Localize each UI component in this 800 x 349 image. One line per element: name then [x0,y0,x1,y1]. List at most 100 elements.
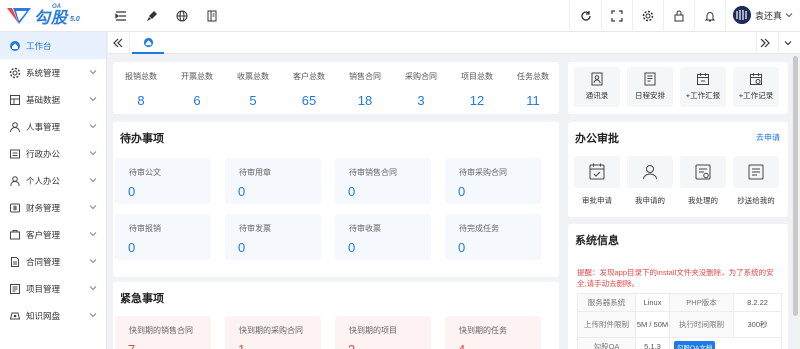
my-processed-button[interactable]: 我处理的 [680,156,726,210]
urgent-title: 紧急事项 [120,293,164,305]
tile-value: 4 [458,342,465,349]
stat-item[interactable]: 采购合同 3 [393,62,449,108]
fullscreen-icon[interactable] [609,8,625,24]
sidebar: 工作台 系统管理基础数据人事管理 行政办公个人办公财务管理客户管理 合同管理项目管理知… [0,32,107,349]
cc-me-button[interactable]: 抄送给我的 [733,156,779,210]
todo-tile[interactable]: 待完成任务 0 [445,214,541,260]
urgent-tile[interactable]: 快到期的销售合同 7 [115,316,211,349]
chevron-down-icon [89,176,97,184]
app-logo[interactable]: OA 勾股 5.0 [6,4,102,28]
todo-tile[interactable]: 待审发票 0 [225,214,321,260]
logo-superscript: OA [52,4,61,10]
tab-home[interactable] [132,32,164,54]
sidebar-item-label: 基础数据 [26,94,61,105]
lock-icon[interactable] [671,8,687,24]
urgent-tile[interactable]: 快到期的采购合同 1 [225,316,321,349]
bell-icon[interactable] [702,8,718,24]
todo-tile[interactable]: 待审公文 0 [115,158,211,204]
table-cell: 执行时间限制 [669,311,734,338]
tile-label: 快到期的项目 [349,326,397,335]
stat-label: 采购合同 [405,72,437,81]
todo-tile[interactable]: 待审采购合同 0 [445,158,541,204]
stat-item[interactable]: 销售合同 18 [337,62,393,108]
stat-label: 销售合同 [349,72,381,81]
sidebar-item[interactable]: 合同管理 [0,248,106,275]
finance-icon [9,202,21,214]
add-record-shortcut[interactable]: +工作记录 [733,67,779,107]
gear-icon[interactable] [640,8,656,24]
table-row: 服务器系统 Linux PHP版本 8.2.22 [577,293,782,312]
approve-apply-button[interactable]: 审批申请 [574,156,620,210]
sidebar-item[interactable]: 个人办公 [0,167,106,194]
stat-value: 6 [193,93,201,108]
dashboard-icon [9,40,21,52]
data-icon [9,94,21,106]
sidebar-item[interactable]: 知识网盘 [0,302,106,329]
table-cell: 300秒 [733,311,782,338]
system-info-card: 系统信息 提醒：发现app目录下的install文件夹没删除，为了系统的安全,请… [568,224,788,349]
sidebar-item[interactable]: 客户管理 [0,221,106,248]
tile-value: 0 [238,240,246,255]
sidebar-item-label: 财务管理 [26,202,61,213]
docs-badge[interactable]: 勾股OA文档 [674,340,716,349]
schedule-shortcut[interactable]: 日程安排 [627,67,673,107]
tile-label: 快到期的采购合同 [239,326,303,335]
stat-item[interactable]: 收票总数 5 [225,62,281,108]
tabs-menu-chevron-icon[interactable] [783,38,793,50]
stat-item[interactable]: 客户总数 65 [281,62,337,108]
todo-tile[interactable]: 待审用章 0 [225,158,321,204]
user-name: 袁还真 [755,10,783,21]
todo-card: 待办事项 待审公文 0 待审用章 0 待审销售合同 0 待审采购合同 0 待审报销 0 待审发票 0 待… [113,122,559,277]
sidebar-item-label: 个人办公 [26,175,61,186]
todo-tile[interactable]: 待审销售合同 0 [335,158,431,204]
my-applied-icon [627,156,673,188]
tile-value: 0 [458,184,466,199]
stat-item[interactable]: 任务总数 11 [505,62,561,108]
chevron-down-icon [785,13,793,18]
urgent-tile[interactable]: 快到期的项目 2 [335,316,431,349]
add-report-shortcut[interactable]: +工作汇报 [680,67,726,107]
sidebar-item-label: 项目管理 [26,283,61,294]
apply-link[interactable]: 去申请 [756,132,780,143]
tabs-scroll-left-icon[interactable] [112,37,124,51]
my-applied-button[interactable]: 我申请的 [627,156,673,210]
menu-fold-icon[interactable] [113,8,129,24]
chevron-down-icon [89,122,97,130]
stat-item[interactable]: 报销总数 8 [113,62,169,108]
tabs-bar [108,32,800,54]
sidebar-item[interactable]: 项目管理 [0,275,106,302]
sidebar-item[interactable]: 行政办公 [0,140,106,167]
tile-value: 0 [128,184,136,199]
contacts-shortcut[interactable]: 通讯录 [574,67,620,107]
chevron-down-icon [89,203,97,211]
stat-item[interactable]: 开票总数 6 [169,62,225,108]
tabs-scroll-right-icon[interactable] [759,37,771,51]
sidebar-item[interactable]: 系统管理 [0,59,106,86]
stat-item[interactable]: 项目总数 12 [449,62,505,108]
table-cell: 服务器系统 [577,293,636,312]
tile-value: 7 [128,342,135,349]
scrollbar[interactable] [793,56,798,316]
refresh-icon[interactable] [578,8,594,24]
user-menu[interactable]: 袁还真 [733,6,793,24]
urgent-tile[interactable]: 快到期的任务 4 [445,316,541,349]
sidebar-item[interactable]: 基础数据 [0,86,106,113]
disk-icon [9,310,21,322]
todo-tile[interactable]: 待审报销 0 [115,214,211,260]
chevron-down-icon [89,95,97,103]
todo-tile[interactable]: 待审收票 0 [335,214,431,260]
contacts-icon [590,72,604,86]
stat-value: 18 [357,93,373,108]
sidebar-item[interactable]: 人事管理 [0,113,106,140]
sidebar-item[interactable]: 工作台 [0,32,106,59]
chevron-down-icon [89,311,97,319]
sidebar-item[interactable]: 财务管理 [0,194,106,221]
stat-value: 12 [469,93,485,108]
table-cell: 8.2.22 [733,293,782,312]
brush-icon[interactable] [144,8,160,24]
tile-label: 待完成任务 [459,224,499,233]
book-icon[interactable] [204,8,220,24]
approval-apply-icon [574,156,620,188]
globe-icon[interactable] [174,8,190,24]
chevron-down-icon [89,257,97,265]
